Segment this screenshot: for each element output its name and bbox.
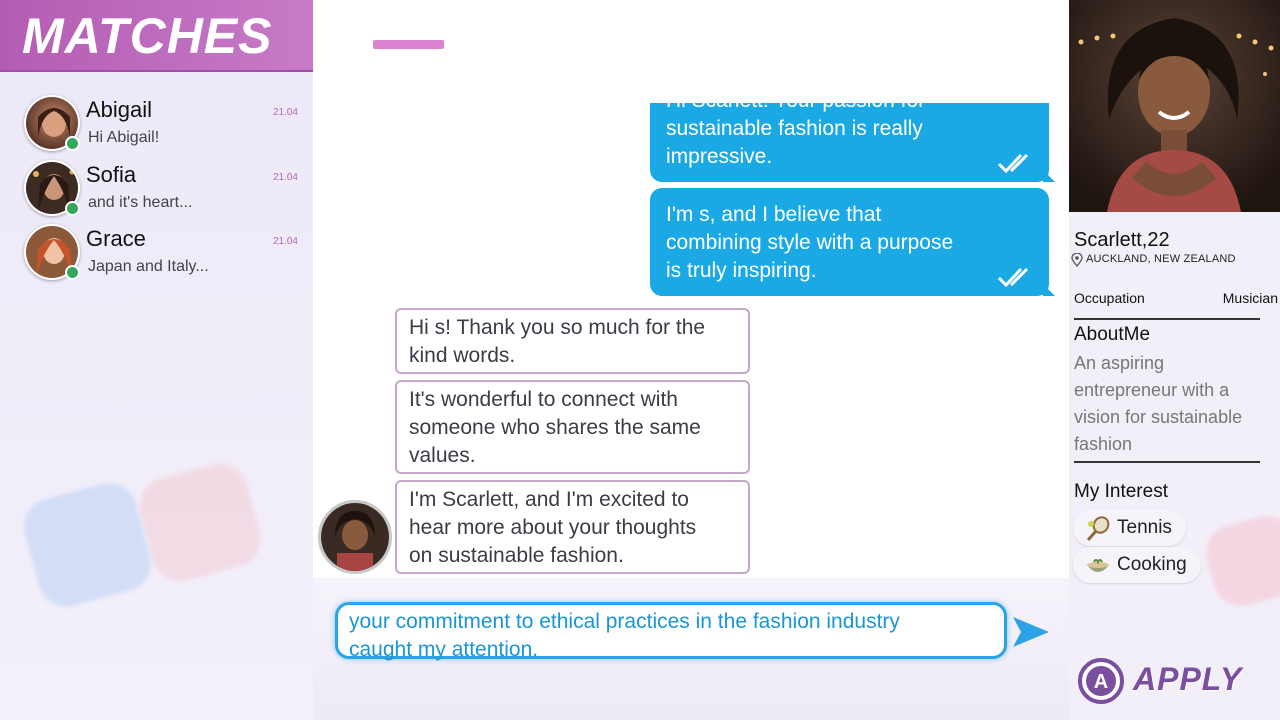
message-line: I'm s, and I believe that (666, 203, 882, 226)
match-item-grace[interactable]: Grace 21.04 Japan and Italy... (24, 224, 304, 284)
divider (1074, 318, 1260, 320)
apply-logo: A APPLY (1077, 657, 1277, 707)
interest-label: Tennis (1117, 517, 1172, 538)
background-heart-decoration (133, 457, 267, 588)
chat-top-mask (643, 0, 1063, 103)
background-heart-decoration (1199, 509, 1280, 613)
cooking-bowl-icon (1087, 559, 1109, 572)
match-preview: Japan and Italy... (88, 258, 209, 275)
matches-header: MATCHES (0, 0, 313, 72)
about-heading: AboutMe (1074, 324, 1151, 345)
matches-panel: MATCHES Abigail 21.04 Hi Abigail! Sofia … (0, 0, 313, 720)
apply-logo-badge-icon: A (1078, 658, 1124, 704)
message-line: impressive. (666, 145, 773, 168)
chat-header-bar (373, 40, 444, 49)
background-heart-decoration (17, 476, 158, 614)
input-text-line: your commitment to ethical practices in … (349, 610, 900, 633)
bubble-tail (1043, 284, 1055, 296)
message-line: on sustainable fashion. (409, 544, 624, 567)
message-line: kind words. (409, 344, 516, 367)
apply-logo-badge-letter: A (1094, 671, 1108, 693)
match-time: 21.04 (272, 172, 298, 183)
match-time: 21.04 (272, 107, 298, 118)
profile-location: AUCKLAND, NEW ZEALAND (1086, 253, 1236, 265)
apply-logo-text: APPLY (1133, 661, 1243, 697)
message-line: I'm Scarlett, and I'm excited to (409, 488, 689, 511)
bubble-tail (1043, 170, 1055, 182)
message-input[interactable]: your commitment to ethical practices in … (335, 602, 1007, 661)
message-line: sustainable fashion is really (666, 117, 923, 140)
tennis-racket-icon (1086, 516, 1110, 541)
match-preview: Hi Abigail! (88, 129, 160, 146)
message-line: values. (409, 444, 476, 467)
message-line: It's wonderful to connect with (409, 388, 678, 411)
about-text: An aspiring entrepreneur with a vision f… (1074, 353, 1243, 454)
profile-photo (1069, 0, 1280, 212)
message-bubble-incoming: It's wonderful to connect with someone w… (395, 380, 750, 474)
interest-label: Cooking (1117, 554, 1187, 575)
double-check-icon (997, 267, 1029, 288)
message-line: is truly inspiring. (666, 259, 817, 282)
message-line: hear more about your thoughts (409, 516, 697, 539)
message-line: Hi s! Thank you so much for the (409, 316, 706, 339)
match-name: Abigail (86, 97, 153, 122)
interest-heading: My Interest (1074, 481, 1168, 502)
send-button[interactable] (1011, 614, 1051, 650)
matches-title: MATCHES (22, 8, 273, 64)
interest-chip-cooking: Cooking (1073, 547, 1201, 583)
match-preview: and it's heart... (88, 194, 193, 211)
location-pin-icon (1071, 253, 1083, 267)
occupation-label: Occupation (1074, 290, 1145, 306)
message-bubble-incoming: I'm Scarlett, and I'm excited to hear mo… (395, 480, 750, 574)
input-text-line: caught my attention. (349, 638, 539, 661)
message-bubble-outgoing: I'm s, and I believe that combining styl… (650, 188, 1055, 296)
sender-avatar (318, 500, 392, 574)
online-status-dot (65, 136, 80, 151)
message-line: combining style with a purpose (666, 231, 954, 254)
match-time: 21.04 (272, 236, 298, 247)
occupation-value: Musician (1222, 290, 1278, 306)
send-arrow-icon (1013, 617, 1049, 647)
match-item-sofia[interactable]: Sofia 21.04 and it's heart... (24, 160, 304, 220)
match-name: Sofia (86, 162, 137, 187)
divider (1074, 461, 1260, 463)
message-line: someone who shares the same (409, 416, 701, 439)
double-check-icon (997, 153, 1029, 174)
interest-chip-tennis: Tennis (1073, 510, 1186, 546)
chat-panel: 1 2 Hi Scarlett! Your passion for sustai… (313, 0, 1069, 720)
match-name: Grace (86, 226, 146, 251)
online-status-dot (65, 201, 80, 216)
profile-panel: Scarlett,22 AUCKLAND, NEW ZEALAND Occupa… (1069, 0, 1280, 720)
online-status-dot (65, 265, 80, 280)
match-item-abigail[interactable]: Abigail 21.04 Hi Abigail! (24, 95, 304, 155)
profile-name-age: Scarlett,22 (1074, 229, 1170, 251)
message-bubble-incoming: Hi s! Thank you so much for the kind wor… (395, 308, 750, 374)
